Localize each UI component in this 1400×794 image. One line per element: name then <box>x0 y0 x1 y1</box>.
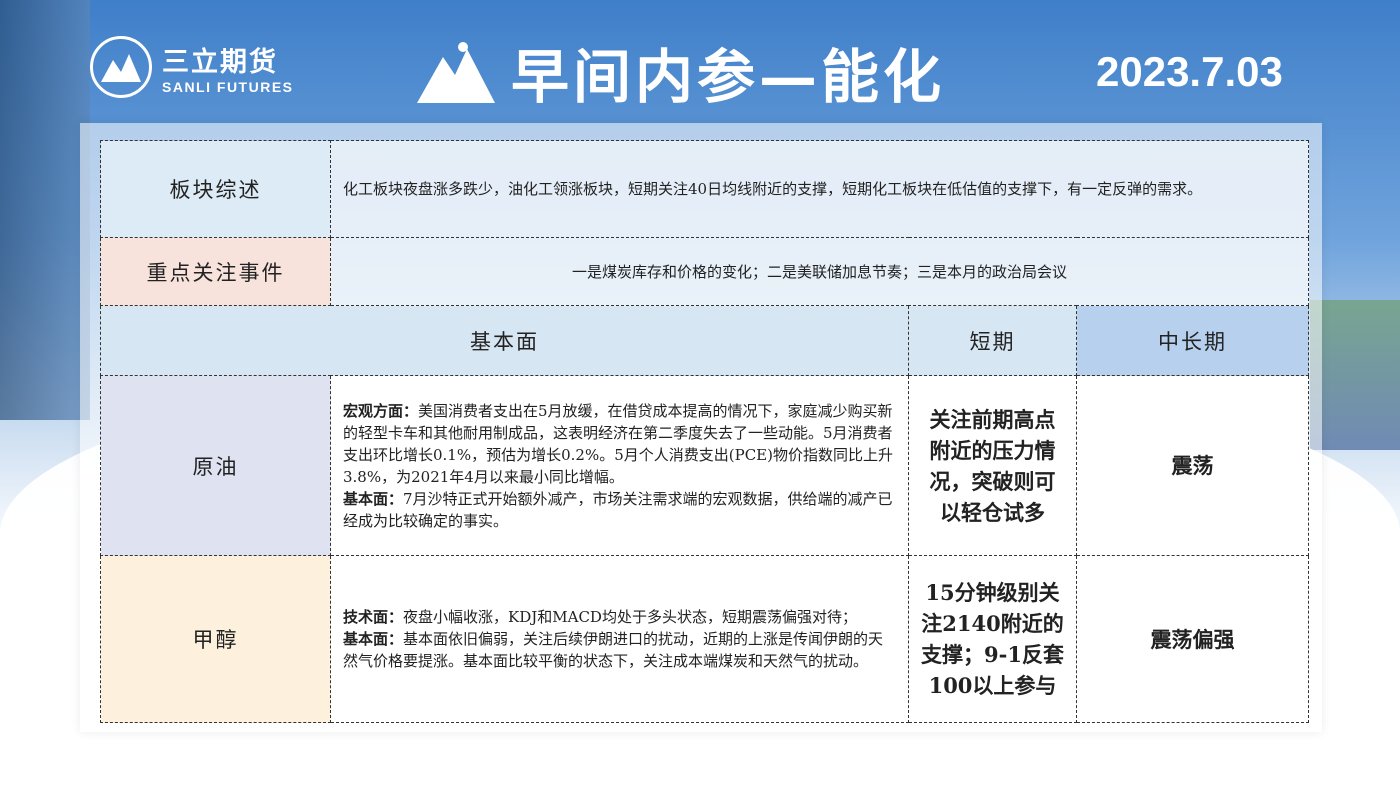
logo-text-cn: 三立期货 <box>162 46 278 78</box>
mountain-logo-icon <box>90 36 152 98</box>
fundamentals-text: 宏观方面：美国消费者支出在5月放缓，在借贷成本提高的情况下，家庭减少购买新的轻型… <box>330 375 909 556</box>
fundamentals-detail: 7月沙特正式开始额外减产，市场关注需求端的宏观数据，供给端的减产已经成为比较确定… <box>343 489 893 530</box>
short-term-view: 15分钟级别关注2140附近的支撑；9-1反套100以上参与 <box>908 555 1077 723</box>
background-solar-image <box>1310 300 1400 450</box>
long-term-view: 震荡 <box>1075 375 1310 556</box>
sector-summary: 化工板块夜盘涨多跌少，油化工领涨板块，短期关注40日均线附近的支撑，短期化工板块… <box>329 140 1310 238</box>
page-title: 早间内参—能化 <box>511 43 946 111</box>
row-name: 原油 <box>100 375 331 556</box>
label-fundamentals: 基本面： <box>343 489 404 508</box>
long-term-view: 震荡偏强 <box>1075 555 1310 723</box>
sector-label: 板块综述 <box>100 140 331 238</box>
macro-text: 美国消费者支出在5月放缓，在借贷成本提高的情况下，家庭减少购买新的轻型卡车和其他… <box>343 401 893 486</box>
mountain-title-icon <box>417 42 495 103</box>
table-row-crude-oil: 原油 宏观方面：美国消费者支出在5月放缓，在借贷成本提高的情况下，家庭减少购买新… <box>100 375 1310 556</box>
report-table: 板块综述 化工板块夜盘涨多跌少，油化工领涨板块，短期关注40日均线附近的支撑，短… <box>100 140 1310 723</box>
report-date: 2023.7.03 <box>1096 48 1283 95</box>
header-fundamentals: 基本面 <box>100 305 909 376</box>
fundamentals-text: 技术面：夜盘小幅收涨，KDJ和MACD均处于多头状态，短期震荡偏强对待； 基本面：… <box>330 555 909 723</box>
header-short-term: 短期 <box>908 305 1077 376</box>
events-text: 一是煤炭库存和价格的变化；二是美联储加息节奏；三是本月的政治局会议 <box>329 237 1310 306</box>
logo-text-en: SANLI FUTURES <box>162 78 294 95</box>
table-row-methanol: 甲醇 技术面：夜盘小幅收涨，KDJ和MACD均处于多头状态，短期震荡偏强对待； 基… <box>100 555 1310 723</box>
technical-text: 夜盘小幅收涨，KDJ和MACD均处于多头状态，短期震荡偏强对待； <box>403 608 857 626</box>
short-term-view: 关注前期高点附近的压力情况，突破则可以轻仓试多 <box>908 375 1077 556</box>
header-long-term: 中长期 <box>1075 305 1310 376</box>
label-technical: 技术面： <box>343 608 404 626</box>
label-macro: 宏观方面： <box>343 401 419 420</box>
logo: 三立期货 SANLI FUTURES <box>90 36 294 98</box>
fundamentals-detail: 基本面依旧偏弱，关注后续伊朗进口的扰动，近期的上涨是传闻伊朗的天然气价格要提涨。… <box>343 630 884 670</box>
events-label: 重点关注事件 <box>100 237 331 306</box>
header: 三立期货 SANLI FUTURES 早间内参—能化 2023.7.03 <box>0 0 1400 120</box>
label-fundamentals: 基本面： <box>343 630 404 648</box>
row-name: 甲醇 <box>100 555 331 723</box>
